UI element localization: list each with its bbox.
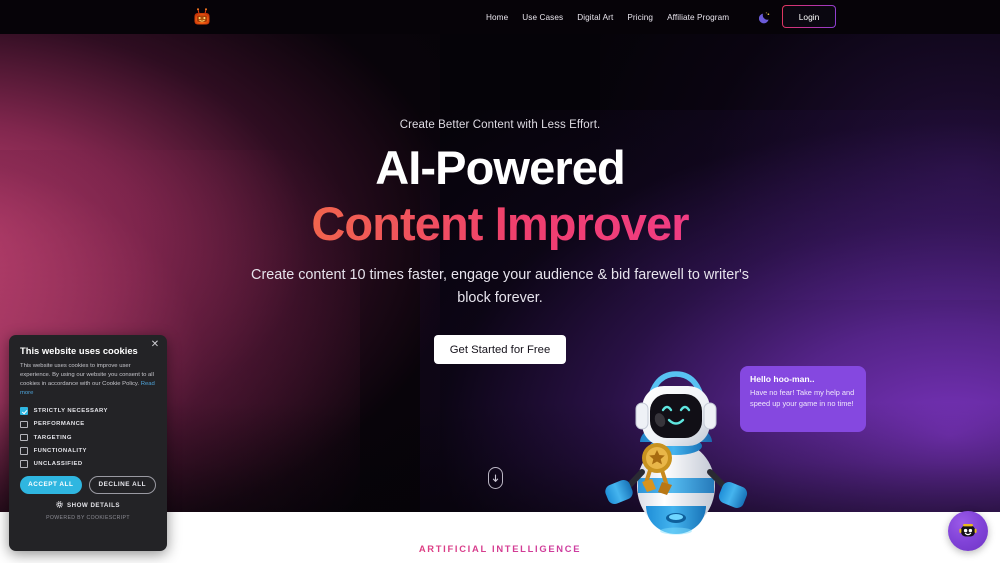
cookie-option-label: STRICTLY NECESSARY xyxy=(33,408,108,415)
cookie-banner-description: This website uses cookies to improve use… xyxy=(20,362,156,398)
robot-mascot-icon xyxy=(600,358,752,538)
close-icon[interactable]: ✕ xyxy=(150,340,160,350)
hero-subheadline: Create content 10 times faster, engage y… xyxy=(251,267,749,306)
decline-all-button[interactable]: DECLINE ALL xyxy=(88,475,156,494)
nav-link-pricing[interactable]: Pricing xyxy=(627,13,653,22)
login-button-label: Login xyxy=(783,6,835,27)
cookie-option-functionality[interactable]: FUNCTIONALITY xyxy=(20,446,156,455)
cookie-banner-actions: ACCEPT ALL DECLINE ALL xyxy=(20,475,156,494)
chat-robot-icon[interactable] xyxy=(948,511,988,551)
checkbox-performance[interactable] xyxy=(20,420,28,429)
cookie-option-label: TARGETING xyxy=(33,434,72,441)
hero-headline-line1: AI-Powered xyxy=(375,141,625,194)
powered-by-label: POWERED BY COOKIESCRIPT xyxy=(46,514,130,521)
hero-eyebrow: Create Better Content with Less Effort. xyxy=(399,119,601,131)
cookie-option-label: FUNCTIONALITY xyxy=(33,447,87,454)
cookie-banner-title: This website uses cookies xyxy=(20,345,138,356)
robot-logo-icon[interactable] xyxy=(192,8,212,26)
show-details-button[interactable]: SHOW DETAILS xyxy=(20,500,156,510)
login-button[interactable]: Login xyxy=(782,5,836,28)
nav-link-use-cases[interactable]: Use Cases xyxy=(522,13,563,22)
speech-bubble-title: Hello hoo-man.. xyxy=(750,374,815,384)
cookie-option-performance[interactable]: PERFORMANCE xyxy=(20,420,156,429)
gear-icon xyxy=(56,500,63,510)
moon-icon[interactable] xyxy=(758,10,772,24)
nav-link-home[interactable]: Home xyxy=(486,13,508,22)
navbar: Home Use Cases Digital Art Pricing Affil… xyxy=(0,0,1000,34)
cookie-consent-banner: ✕ This website uses cookies This website… xyxy=(9,335,167,551)
nav-link-affiliate-program[interactable]: Affiliate Program xyxy=(667,13,729,22)
cookie-option-unclassified[interactable]: UNCLASSIFIED xyxy=(20,460,156,468)
cookie-option-label: PERFORMANCE xyxy=(33,421,85,428)
checkbox-unclassified[interactable] xyxy=(20,460,28,468)
speech-bubble-body: Have no fear! Take my help and speed up … xyxy=(750,388,855,408)
show-details-label: SHOW DETAILS xyxy=(67,501,120,509)
checkbox-functionality[interactable] xyxy=(20,446,28,455)
checkbox-strictly-necessary[interactable] xyxy=(20,407,28,415)
nav-link-digital-art[interactable]: Digital Art xyxy=(577,13,613,22)
primary-navigation: Home Use Cases Digital Art Pricing Affil… xyxy=(486,0,729,34)
cookie-description-text: This website uses cookies to improve use… xyxy=(20,363,154,388)
cookie-option-targeting[interactable]: TARGETING xyxy=(20,433,156,442)
cookie-option-label: UNCLASSIFIED xyxy=(33,460,83,467)
accept-all-button[interactable]: ACCEPT ALL xyxy=(20,475,82,494)
cookie-option-strictly-necessary[interactable]: STRICTLY NECESSARY xyxy=(20,407,156,415)
scroll-down-mouse-icon[interactable] xyxy=(488,467,503,489)
hero-headline-line2: Content Improver xyxy=(0,195,1000,252)
get-started-button[interactable]: Get Started for Free xyxy=(434,335,566,364)
checkbox-targeting[interactable] xyxy=(20,433,28,442)
mascot-speech-bubble: Hello hoo-man.. Have no fear! Take my he… xyxy=(740,366,866,432)
